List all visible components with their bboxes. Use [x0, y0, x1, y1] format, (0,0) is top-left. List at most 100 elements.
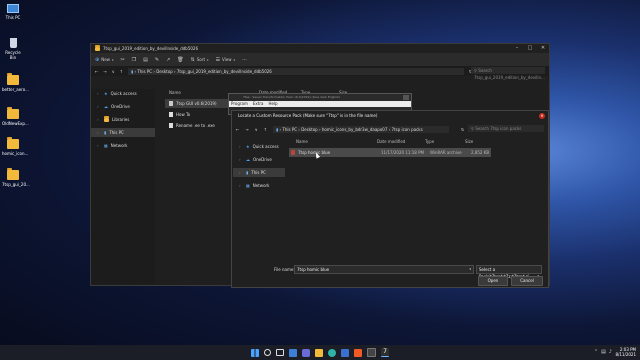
- terminal-icon[interactable]: [367, 348, 376, 357]
- chevron-right-icon[interactable]: ›: [97, 102, 101, 111]
- chevron-right-icon[interactable]: ›: [97, 141, 101, 150]
- brave-icon[interactable]: [354, 348, 362, 357]
- dialog-breadcrumb[interactable]: ▮ › This PC › Desktop › homic_icons_by_b…: [273, 125, 450, 133]
- desktop-icon-this-pc[interactable]: This PC: [2, 4, 24, 20]
- cancel-button[interactable]: Cancel: [511, 276, 543, 286]
- file-row[interactable]: How To: [169, 110, 190, 119]
- nav-item-libraries[interactable]: › Libraries: [91, 115, 155, 124]
- file-date: 11/17/2020 11:18 PM: [381, 150, 424, 155]
- nav-item-this-pc[interactable]: › ▮ This PC: [233, 168, 285, 177]
- recent-icon[interactable]: ∨: [255, 127, 258, 132]
- sort-button[interactable]: ⇅ Sort ▾: [191, 57, 209, 63]
- copy-icon[interactable]: ❐: [132, 57, 136, 63]
- desktop-icon-recycle-bin[interactable]: Recycle Bin: [2, 38, 24, 60]
- forward-icon[interactable]: →: [245, 127, 248, 132]
- column-header-name[interactable]: Name: [169, 89, 181, 97]
- this-pc-icon: [7, 4, 19, 13]
- chevron-right-icon[interactable]: ›: [97, 89, 101, 98]
- search-icon[interactable]: [264, 349, 271, 356]
- chat-icon[interactable]: [302, 348, 310, 357]
- file-type-filter[interactable]: Select a Pack(*7tsp*;*7z;*7tsp*.zi ▾: [476, 265, 542, 279]
- recent-icon[interactable]: ∨: [112, 69, 115, 74]
- start-icon[interactable]: [251, 348, 259, 357]
- breadcrumb-item[interactable]: This PC: [282, 127, 297, 132]
- minimize-button[interactable]: –: [511, 44, 523, 53]
- nav-item-onedrive[interactable]: › ☁ OneDrive: [91, 102, 155, 111]
- menu-program[interactable]: Program: [231, 101, 248, 107]
- breadcrumb[interactable]: ▮ › This PC › Desktop › 7tsp_gui_2019_ed…: [128, 67, 465, 75]
- 7tsp-icon[interactable]: 7: [381, 348, 389, 357]
- open-button[interactable]: Open: [478, 276, 508, 286]
- nav-item-quick-access[interactable]: › ★ Quick access: [233, 142, 285, 151]
- volume-icon[interactable]: ♪: [609, 349, 612, 355]
- column-header-type[interactable]: Type: [425, 138, 434, 146]
- task-view-icon[interactable]: [276, 349, 284, 356]
- view-button[interactable]: ☰ View ▾: [216, 57, 236, 63]
- paste-icon[interactable]: ▤: [143, 57, 148, 63]
- filename-input[interactable]: 7tsp homic blue ▾: [294, 265, 474, 274]
- back-icon[interactable]: ←: [236, 127, 239, 132]
- column-header-name[interactable]: Name: [296, 138, 308, 146]
- chevron-right-icon[interactable]: ›: [239, 142, 243, 151]
- up-icon[interactable]: ↑: [264, 127, 267, 132]
- tray-icons[interactable]: ⌃ ▤ ♪: [594, 349, 612, 355]
- breadcrumb-item[interactable]: homic_icons_by_bdr3w_daapo07: [322, 127, 388, 132]
- system-tray[interactable]: 2:03 PM 8/11/2021: [615, 347, 636, 357]
- store-icon[interactable]: [341, 348, 349, 357]
- delete-icon[interactable]: 🗑: [177, 57, 183, 63]
- file-explorer-icon[interactable]: [315, 348, 323, 357]
- nav-item-onedrive[interactable]: › ☁ OneDrive: [233, 155, 285, 164]
- file-row[interactable]: 7tsp GUI v0.6(2019): [165, 99, 231, 108]
- explorer-titlebar[interactable]: 7tsp_gui_2019_edition_by_devillnside_ddb…: [91, 44, 549, 53]
- breadcrumb-item[interactable]: 7tsp icon packs: [392, 127, 423, 132]
- computer-icon: ▮: [246, 170, 249, 175]
- nav-item-this-pc[interactable]: › ▮ This PC: [91, 128, 155, 137]
- refresh-icon[interactable]: ↻: [461, 127, 464, 132]
- up-icon[interactable]: ↑: [120, 69, 123, 74]
- edge-icon[interactable]: [328, 348, 336, 357]
- nav-item-network[interactable]: › ▦ Network: [91, 141, 155, 150]
- rename-icon[interactable]: ✎: [155, 57, 159, 63]
- dialog-close-button[interactable]: ✕: [539, 113, 545, 119]
- chevron-right-icon[interactable]: ›: [97, 128, 101, 137]
- menu-extra[interactable]: Extra: [253, 101, 264, 107]
- chevron-down-icon[interactable]: ▾: [469, 266, 471, 273]
- cut-icon[interactable]: ✂: [120, 57, 124, 63]
- dialog-search-input[interactable]: ⚲ Search 7tsp icon packs: [468, 125, 544, 132]
- breadcrumb-item[interactable]: Desktop: [301, 127, 318, 132]
- more-options-icon[interactable]: ⋯: [242, 57, 247, 63]
- widgets-icon[interactable]: [289, 348, 297, 357]
- menu-help[interactable]: Help: [268, 101, 277, 107]
- dialog-titlebar[interactable]: Locate a Custom Resource Pack (Make sure…: [232, 111, 548, 121]
- chevron-right-icon[interactable]: ›: [239, 168, 243, 177]
- network-icon[interactable]: ▤: [601, 349, 606, 355]
- nav-item-quick-access[interactable]: › ★ Quick access: [91, 89, 155, 98]
- 7tsp-close-button[interactable]: [403, 95, 409, 100]
- share-icon[interactable]: ↗: [166, 57, 170, 63]
- desktop-icon-homic-icons[interactable]: homic_icon...: [2, 137, 28, 156]
- nav-label: Network: [110, 143, 128, 148]
- maximize-button[interactable]: □: [524, 44, 536, 53]
- 7tsp-window-title[interactable]: 7tsp - Seven Transformation Pack v6.4(20…: [229, 94, 411, 101]
- desktop-icon-better-aero[interactable]: better_aero...: [2, 73, 29, 92]
- desktop-icon-label: better_aero...: [2, 87, 29, 92]
- file-name: 7tsp homic blue: [298, 150, 331, 155]
- chevron-right-icon[interactable]: ›: [239, 155, 243, 164]
- breadcrumb-item[interactable]: 7tsp_gui_2019_edition_by_devillnside_ddb…: [177, 69, 272, 74]
- column-header-size[interactable]: Size: [465, 138, 473, 146]
- new-button[interactable]: ⊕ New ▾: [95, 57, 113, 63]
- breadcrumb-item[interactable]: This PC: [137, 69, 152, 74]
- close-button[interactable]: ✕: [537, 44, 549, 53]
- nav-item-network[interactable]: › ▦ Network: [233, 181, 285, 190]
- forward-icon[interactable]: →: [103, 69, 106, 74]
- breadcrumb-item[interactable]: Desktop: [156, 69, 173, 74]
- chevron-right-icon[interactable]: ›: [97, 115, 101, 124]
- back-icon[interactable]: ←: [95, 69, 98, 74]
- desktop-icon-7tsp-gui[interactable]: 7tsp_gui_20...: [2, 168, 30, 187]
- desktop-icon-oldnewexp[interactable]: OldNewExp...: [2, 107, 29, 126]
- search-input[interactable]: ⚲ Search 7tsp_gui_2019_edition_by_devill…: [471, 67, 545, 80]
- chevron-up-icon[interactable]: ⌃: [594, 349, 598, 355]
- file-row[interactable]: Rename .ee to .exe: [169, 121, 215, 130]
- chevron-right-icon[interactable]: ›: [239, 181, 243, 190]
- column-header-date[interactable]: Date modified: [377, 138, 405, 146]
